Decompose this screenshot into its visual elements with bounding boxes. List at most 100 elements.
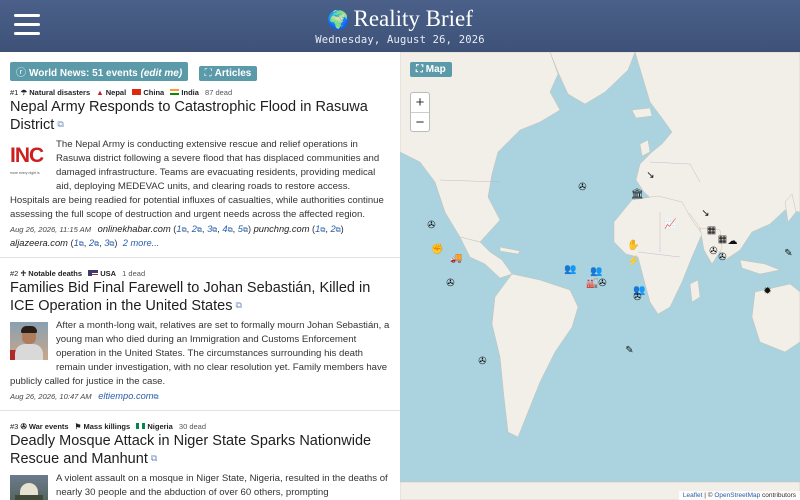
news-toolbar: ⓡ World News: 51 events (edit me) ⛶ Articl… (0, 52, 400, 87)
edit-label: (edit me) (140, 68, 183, 79)
external-link-icon: ⧉ (320, 227, 326, 234)
article-body: A violent assault on a mosque in Niger S… (10, 472, 390, 500)
external-link-icon[interactable]: ⧉ (151, 453, 157, 463)
site-title[interactable]: 🌍 Reality Brief (0, 6, 800, 33)
thumbnail-logo-text: INC (10, 144, 44, 167)
cross-icon: ♱ (20, 269, 27, 278)
death-count: 30 dead (178, 422, 207, 431)
tag-china[interactable]: China (132, 88, 164, 97)
event-marker-icon[interactable]: ▦ (706, 225, 717, 236)
articles-button[interactable]: ⛶ Articles (198, 66, 258, 81)
site-header: 🌍 Reality Brief Wednesday, August 26, 202… (0, 0, 800, 52)
article-index: #1 (10, 88, 19, 97)
tag-nepal[interactable]: ▲ Nepal (96, 88, 126, 97)
source-name: onlinekhabar.com (97, 224, 171, 234)
tag-label: Nepal (105, 88, 127, 97)
article-title[interactable]: Nepal Army Responds to Catastrophic Floo… (10, 99, 390, 134)
tag-label: Notable deaths (28, 269, 83, 278)
zoom-out-button[interactable]: − (411, 112, 429, 131)
attribution-separator: | © (702, 492, 715, 499)
external-link-icon[interactable]: ⧉ (57, 119, 63, 129)
external-link-icon: ⧉ (94, 241, 100, 248)
usa-flag-icon (88, 270, 99, 276)
external-link-icon[interactable]: ⧉ (235, 300, 241, 310)
event-marker-icon[interactable]: ✇ (717, 252, 728, 263)
news-panel: ⓡ World News: 51 events (edit me) ⛶ Articl… (0, 52, 400, 500)
article-title[interactable]: Deadly Mosque Attack in Niger State Spar… (10, 433, 390, 468)
flag-icon: ⚑ (74, 422, 82, 431)
article-sources: Aug 26, 2026, 10:47 AM eltiempo.com⧉ (10, 390, 390, 404)
external-link-icon: ⧉ (196, 227, 202, 234)
event-marker-icon[interactable]: ✎ (783, 248, 794, 259)
event-marker-icon[interactable]: ✎ (624, 345, 635, 356)
article-thumbnail[interactable] (10, 322, 48, 360)
event-marker-icon[interactable]: ↘ (645, 170, 656, 181)
article-item: #3 ✇ War events ⚑ Mass killings Nigeria … (0, 421, 400, 500)
event-marker-icon[interactable]: ✇ (477, 356, 488, 367)
building-marker-icon[interactable]: 🏭 (586, 278, 598, 289)
protest-marker-icon[interactable]: ✊ (431, 244, 443, 255)
external-link-icon: ⧉ (242, 227, 248, 234)
site-date: Wednesday, August 26, 2026 (315, 34, 485, 46)
death-count: 1 dead (122, 269, 146, 278)
tag-war-events[interactable]: ✇ War events (20, 422, 68, 431)
tag-notable-deaths[interactable]: ♱ Notable deaths (20, 269, 82, 278)
external-link-icon: ⧉ (227, 227, 233, 234)
article-index: #3 (10, 422, 19, 431)
article-summary: A violent assault on a mosque in Niger S… (56, 473, 388, 498)
event-marker-icon[interactable]: ✇ (445, 278, 456, 289)
tag-india[interactable]: India (170, 88, 199, 97)
people-marker-icon[interactable]: 👥 (590, 266, 602, 277)
zoom-control: + − (410, 92, 430, 132)
storm-marker-icon[interactable]: ☁ (727, 236, 738, 247)
museum-marker-icon[interactable]: 🏛 (631, 189, 644, 200)
war-icon: ✇ (20, 422, 27, 431)
event-marker-icon[interactable]: ✇ (577, 182, 588, 193)
chart-marker-icon[interactable]: 📈 (664, 219, 676, 230)
world-news-button[interactable]: ⓡ World News: 51 events (edit me) (10, 62, 189, 81)
source-link[interactable]: eltiempo.com (98, 391, 153, 401)
external-link-icon: ⧉ (212, 227, 218, 234)
event-marker-icon[interactable]: ✇ (632, 292, 643, 303)
external-link-icon: ⧉ (78, 241, 84, 248)
world-news-label: World News: 51 events (29, 68, 138, 79)
event-marker-icon[interactable]: ↘ (700, 208, 711, 219)
article-summary: The Nepal Army is conducting extensive r… (10, 139, 384, 220)
tag-mass-killings[interactable]: ⚑ Mass killings (75, 422, 131, 431)
vehicle-marker-icon[interactable]: 🚚 (450, 253, 462, 264)
osm-link[interactable]: OpenStreetMap (714, 492, 760, 499)
tag-nigeria[interactable]: Nigeria (136, 422, 173, 431)
source-name: punchng.com (253, 224, 310, 234)
tag-natural-disasters[interactable]: ☂ Natural disasters (20, 88, 90, 97)
article-thumbnail[interactable] (10, 475, 48, 500)
article-item: #1 ☂ Natural disasters ▲ Nepal China Ind… (0, 87, 400, 258)
article-meta: #1 ☂ Natural disasters ▲ Nepal China Ind… (10, 87, 390, 98)
more-sources-link[interactable]: 2 more... (123, 238, 160, 248)
leaflet-link[interactable]: Leaflet (683, 492, 703, 499)
brand: 🌍 Reality Brief Wednesday, August 26, 202… (0, 6, 800, 47)
article-body: After a month-long wait, relatives are s… (10, 319, 390, 389)
map-button[interactable]: ⛶ Map (410, 62, 452, 77)
people-marker-icon[interactable]: 👥 (564, 264, 576, 275)
globe-icon: 🌍 (327, 10, 350, 30)
event-marker-icon[interactable]: ✇ (426, 220, 437, 231)
event-marker-icon[interactable]: ✋ (627, 240, 639, 251)
external-link-icon: ⧉ (181, 227, 187, 234)
world-map[interactable]: ⛶ Map + − ↘ ✇ 🏛 ↘ 📈 ▦ ▦ ☁ ✇ ✇ ✋ ⚡ ✎ ✊ 🚚 … (400, 52, 800, 500)
article-title-text: Deadly Mosque Attack in Niger State Spar… (10, 433, 372, 467)
fire-marker-icon[interactable]: ⚡ (627, 256, 639, 267)
tag-usa[interactable]: USA (88, 269, 116, 278)
article-meta: #3 ✇ War events ⚑ Mass killings Nigeria … (10, 421, 390, 432)
tag-label: Nigeria (147, 422, 173, 431)
zoom-in-button[interactable]: + (411, 93, 429, 112)
event-marker-icon[interactable]: ✇ (597, 278, 608, 289)
external-link-icon: ⧉ (109, 241, 115, 248)
tag-label: USA (100, 269, 117, 278)
nepal-flag-icon: ▲ (96, 88, 104, 97)
china-flag-icon (132, 89, 142, 95)
article-thumbnail[interactable]: INC more every night is (10, 141, 48, 179)
article-index: #2 (10, 269, 19, 278)
article-title[interactable]: Families Bid Final Farewell to Johan Seb… (10, 280, 390, 315)
fire-marker-icon[interactable]: ✹ (762, 286, 773, 297)
map-attribution: Leaflet | © OpenStreetMap contributors (678, 491, 800, 500)
